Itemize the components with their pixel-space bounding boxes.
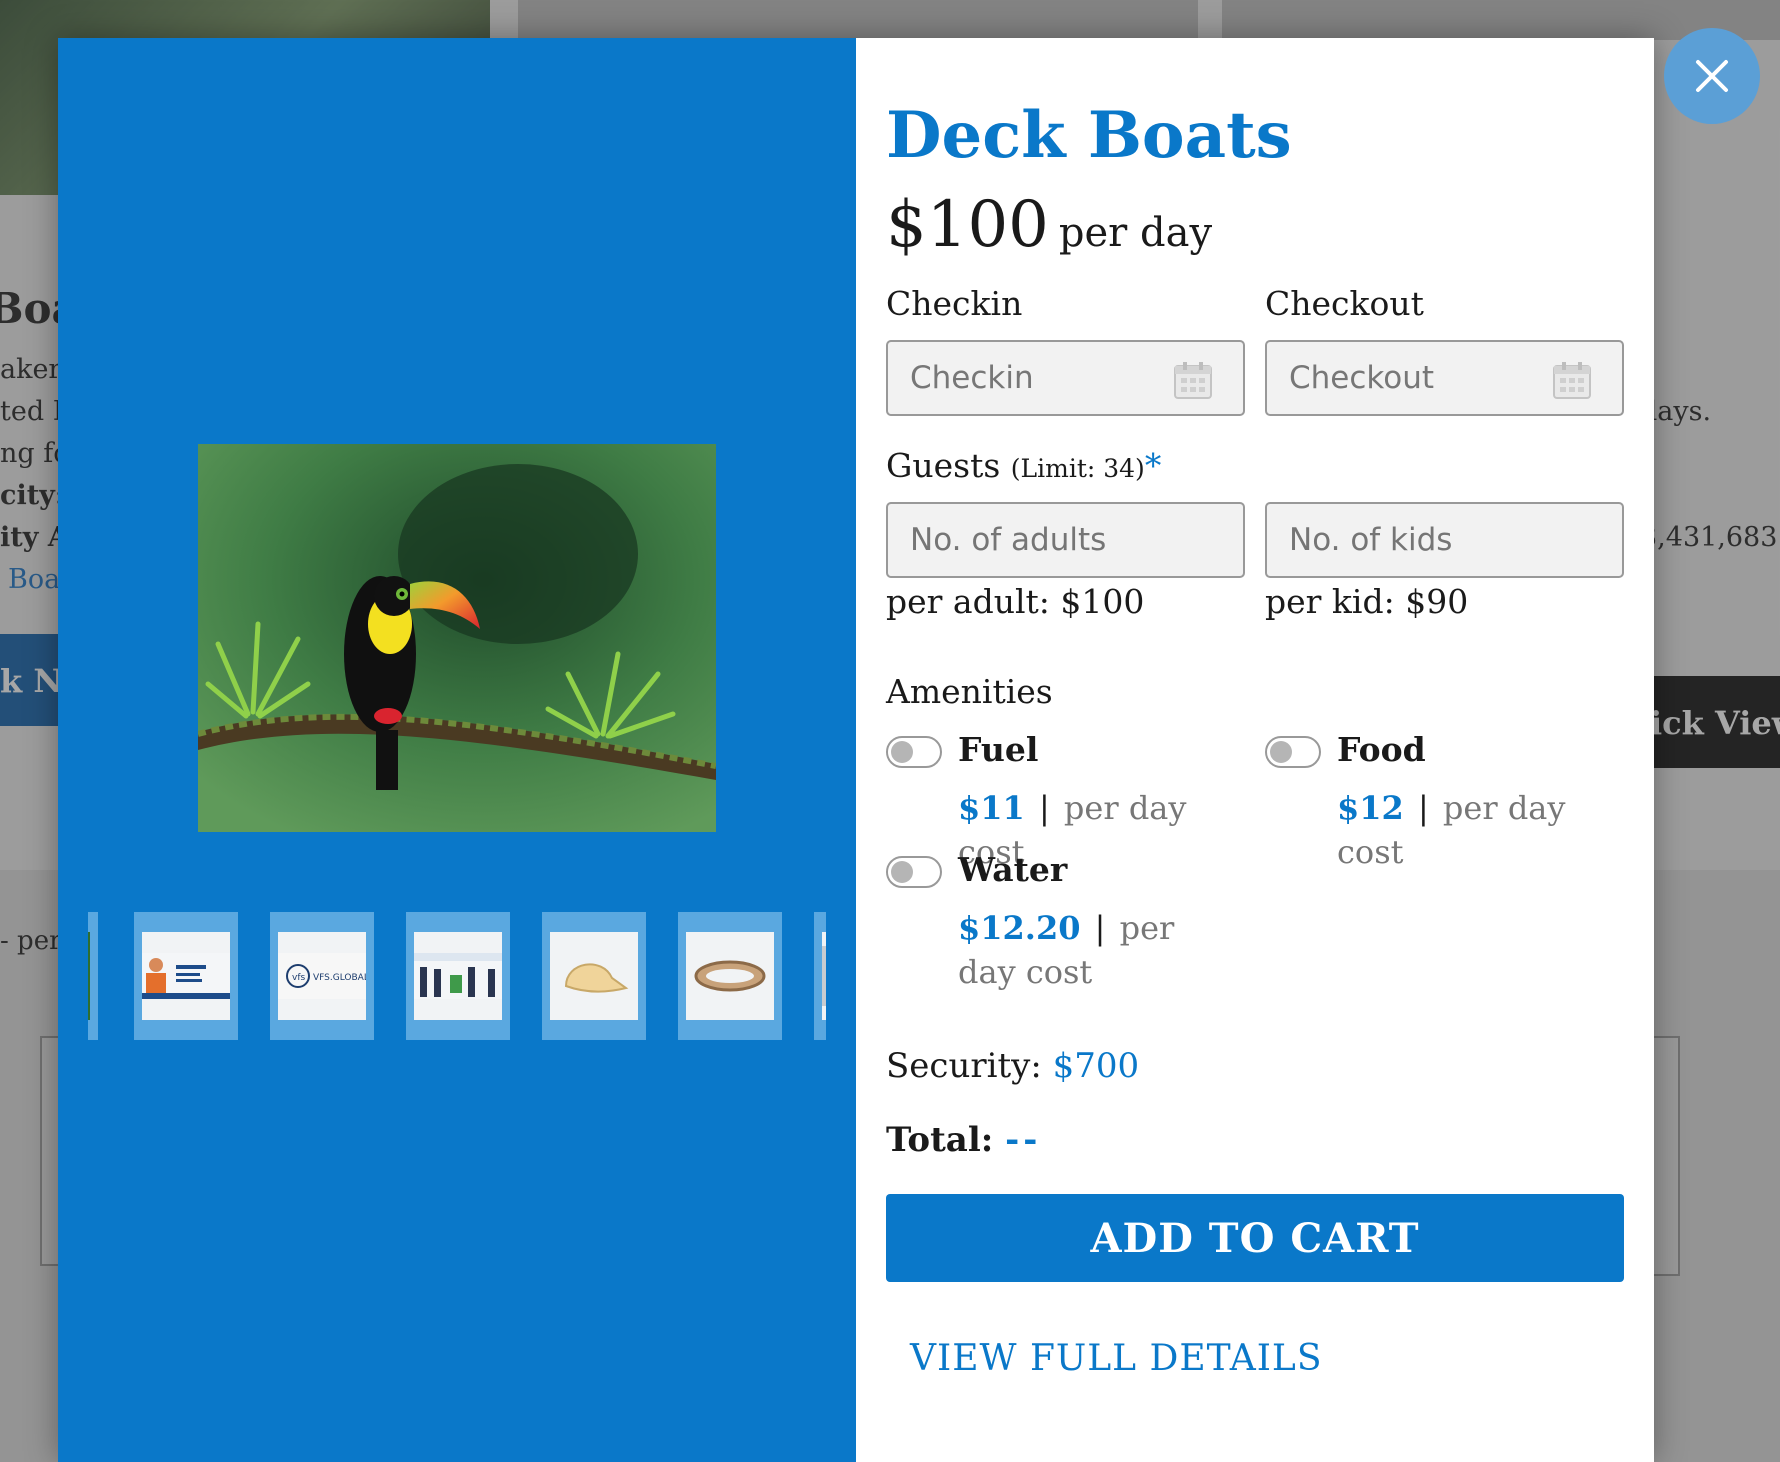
thumbnail[interactable] (678, 912, 782, 1040)
svg-text:VFS.GLOBAL: VFS.GLOBAL (313, 973, 366, 983)
kids-input[interactable] (1265, 502, 1624, 578)
thumbnail[interactable] (406, 912, 510, 1040)
close-button[interactable] (1664, 28, 1760, 124)
guests-label: Guests (Limit: 34)* (886, 446, 1162, 485)
required-mark: * (1144, 446, 1162, 485)
thumbnail[interactable] (134, 912, 238, 1040)
water-amenity-cost: $12.20 | per day cost (958, 909, 1175, 991)
per-kid-price: per kid: $90 (1265, 582, 1469, 621)
total-value: -- (1005, 1120, 1042, 1160)
calendar-icon[interactable] (1173, 360, 1213, 400)
water-toggle[interactable] (886, 856, 942, 888)
thumbnail-strip: vfs VFS.GLOBAL (88, 912, 826, 1040)
water-amenity-name: Water (958, 850, 1068, 889)
total-price: Total: -- (886, 1120, 1042, 1160)
thumbnail[interactable] (88, 912, 98, 1040)
thumbnail[interactable] (542, 912, 646, 1040)
food-toggle[interactable] (1265, 736, 1321, 768)
per-adult-price: per adult: $100 (886, 582, 1145, 621)
amenities-label: Amenities (886, 672, 1053, 711)
security-value: $700 (1052, 1046, 1140, 1086)
office-thumb-icon (414, 953, 502, 999)
toucan-image (198, 444, 716, 832)
price-unit: per day (1058, 210, 1213, 256)
checkin-input[interactable]: Checkin (886, 340, 1245, 416)
main-product-image[interactable] (198, 444, 716, 832)
thumbnail[interactable] (814, 912, 826, 1040)
add-to-cart-button[interactable]: ADD TO CART (886, 1194, 1624, 1282)
svg-text:vfs: vfs (292, 973, 305, 983)
quick-view-modal: vfs VFS.GLOBAL Deck Boats $100 per day C… (58, 28, 1760, 1462)
visa-centre-thumb-icon (142, 953, 230, 999)
food-amenity-cost: $12 | per day cost (1337, 789, 1566, 871)
thumbnail[interactable]: vfs VFS.GLOBAL (270, 912, 374, 1040)
price-amount: $100 (886, 188, 1049, 262)
calendar-icon[interactable] (1552, 360, 1592, 400)
checkin-label: Checkin (886, 284, 1023, 323)
cap-thumb-icon (564, 963, 629, 993)
adults-input[interactable] (886, 502, 1245, 578)
product-gallery: vfs VFS.GLOBAL (58, 38, 856, 1462)
vfs-global-thumb-icon: vfs VFS.GLOBAL (278, 953, 366, 999)
checkout-label: Checkout (1265, 284, 1424, 323)
view-full-details-link[interactable]: VIEW FULL DETAILS (910, 1338, 1323, 1379)
checkout-input[interactable]: Checkout (1265, 340, 1624, 416)
product-title: Deck Boats (886, 98, 1292, 173)
close-icon (1696, 60, 1728, 92)
belt-thumb-icon (694, 960, 766, 992)
fuel-toggle[interactable] (886, 736, 942, 768)
food-amenity-name: Food (1337, 730, 1426, 769)
product-price: $100 per day (886, 188, 1212, 262)
guests-limit: (Limit: 34) (1010, 454, 1145, 483)
fuel-amenity-name: Fuel (958, 730, 1039, 769)
security-deposit: Security: $700 (886, 1046, 1140, 1086)
booking-panel: Deck Boats $100 per day Checkin Checkout … (856, 38, 1654, 1462)
